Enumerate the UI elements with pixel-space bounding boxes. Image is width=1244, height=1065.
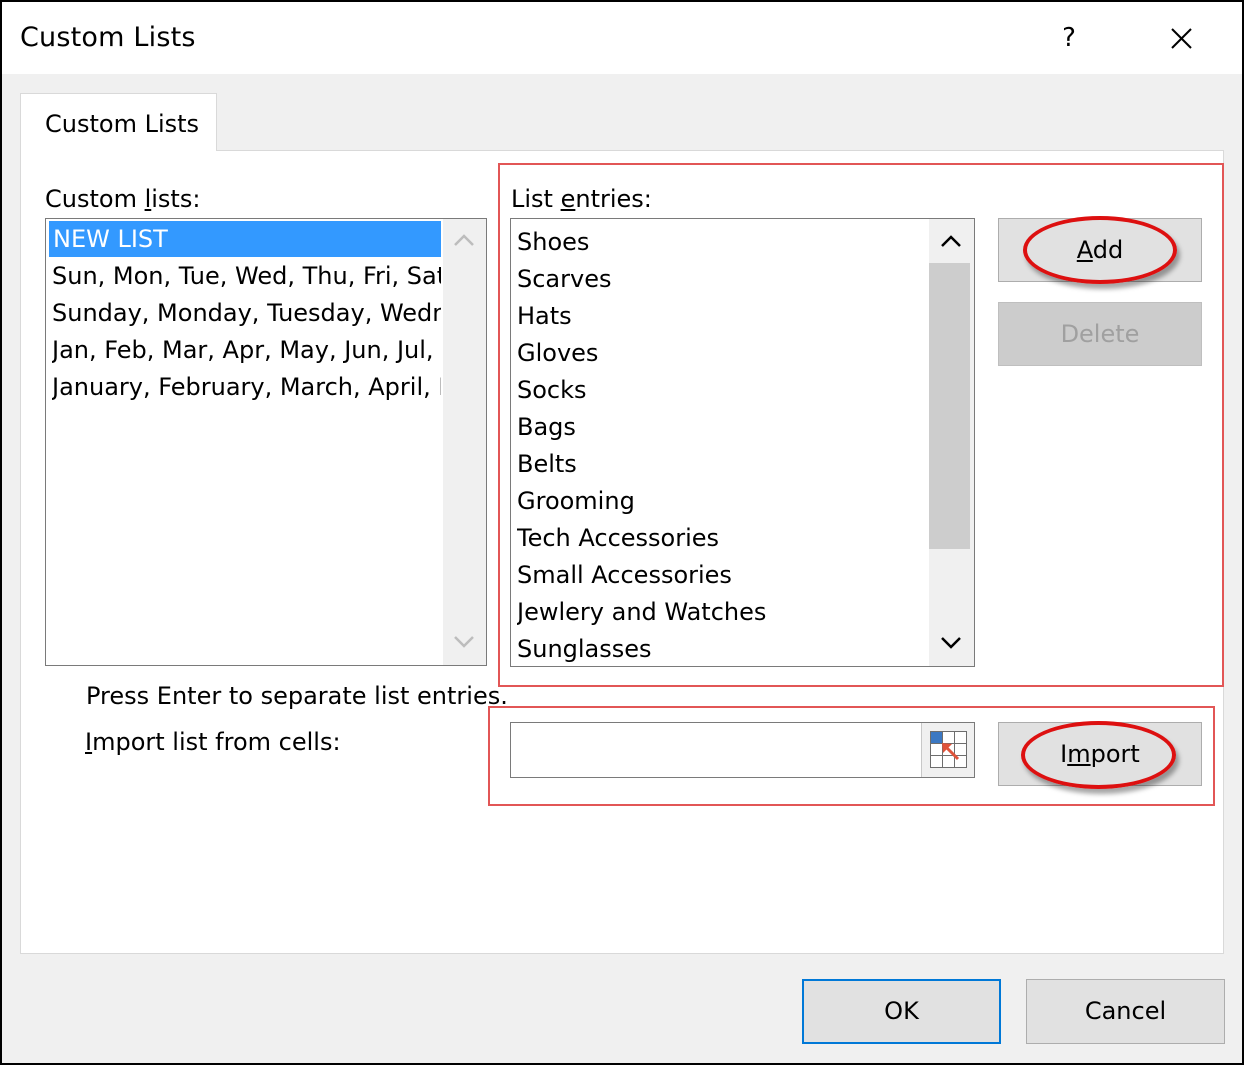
dialog-title: Custom Lists xyxy=(20,22,196,53)
scroll-down-icon[interactable] xyxy=(452,633,476,651)
import-list-label: Import list from cells: xyxy=(85,728,341,756)
scroll-up-icon[interactable] xyxy=(452,231,476,249)
custom-lists-label: Custom lists: xyxy=(45,185,201,213)
close-icon xyxy=(1171,28,1192,49)
custom-lists-dialog: Custom Lists ? Custom Lists Custom lists… xyxy=(0,0,1244,1065)
title-bar: Custom Lists ? xyxy=(2,2,1242,74)
list-item[interactable]: Sun, Mon, Tue, Wed, Thu, Fri, Sat xyxy=(52,258,441,294)
hint-text: Press Enter to separate list entries. xyxy=(86,682,508,710)
list-item[interactable]: Sunday, Monday, Tuesday, Wednesday, Thur… xyxy=(52,295,441,331)
highlight-oval-add xyxy=(1023,216,1177,284)
list-item[interactable]: Jan, Feb, Mar, Apr, May, Jun, Jul, Aug, … xyxy=(52,332,441,368)
close-button[interactable] xyxy=(1162,20,1202,58)
cancel-button[interactable]: Cancel xyxy=(1026,979,1225,1044)
help-button[interactable]: ? xyxy=(1052,20,1086,56)
custom-lists-scrollbar[interactable] xyxy=(443,219,486,665)
list-item[interactable]: NEW LIST xyxy=(49,221,441,257)
highlight-oval-import xyxy=(1021,721,1176,789)
tab-label: Custom Lists xyxy=(45,110,200,138)
tab-custom-lists[interactable]: Custom Lists xyxy=(20,93,217,151)
ok-button[interactable]: OK xyxy=(802,979,1001,1044)
list-item[interactable]: January, February, March, April, May, Ju… xyxy=(52,369,441,405)
custom-lists-listbox[interactable]: NEW LIST Sun, Mon, Tue, Wed, Thu, Fri, S… xyxy=(45,218,487,666)
